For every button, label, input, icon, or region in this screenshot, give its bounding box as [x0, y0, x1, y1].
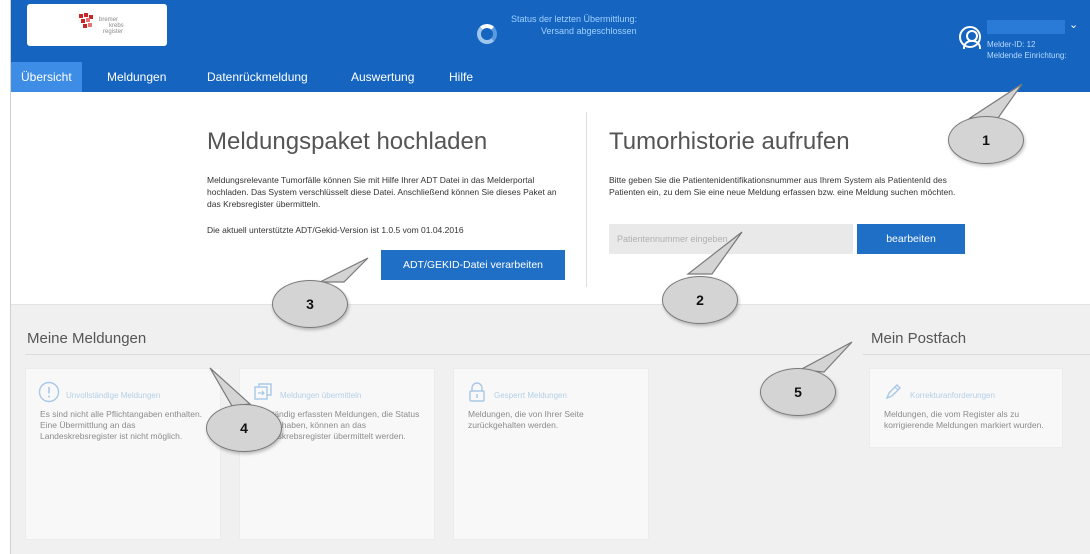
main-nav: Übersicht Meldungen Datenrückmeldung Aus…	[11, 62, 1090, 92]
pencil-icon	[885, 384, 901, 400]
transmission-status: Status der letzten Übermittlung: Versand…	[477, 14, 737, 54]
card-text: Meldungen, die von Ihrer Seite zurückgeh…	[468, 409, 584, 430]
upload-title: Meldungspaket hochladen	[207, 128, 488, 155]
logo[interactable]: bremer krebs register	[27, 4, 167, 46]
card-korrekturanforderungen[interactable]: Korrekturanforderungen Meldungen, die vo…	[869, 368, 1063, 448]
send-documents-icon	[254, 383, 272, 400]
meine-meldungen-divider	[25, 354, 841, 355]
callout-4: 4	[206, 404, 282, 452]
tab-auswertung[interactable]: Auswertung	[341, 62, 424, 92]
user-avatar-icon[interactable]	[959, 26, 981, 49]
patient-number-input[interactable]: Patientennummer eingeben	[609, 224, 853, 254]
app-frame: bremer krebs register Status der letzten…	[10, 0, 1090, 554]
logo-mark-icon	[79, 13, 93, 28]
callout-5: 5	[760, 368, 836, 416]
lock-icon	[469, 382, 485, 402]
chevron-down-icon[interactable]: ⌄	[1069, 18, 1078, 31]
history-description: Bitte geben Sie die Patientenidentifikat…	[609, 175, 956, 197]
card-unvollstaendige-meldungen[interactable]: Unvollständige Meldungen Es sind nicht a…	[25, 368, 221, 540]
history-title: Tumorhistorie aufrufen	[609, 128, 850, 155]
card-title: Meldungen übermitteln	[280, 391, 362, 400]
upload-description: Meldungsrelevante Tumorfälle können Sie …	[207, 175, 557, 209]
adt-gekid-upload-button[interactable]: ADT/GEKID-Datei verarbeiten	[381, 250, 565, 280]
card-text: Meldungen, die vom Register als zu korri…	[884, 409, 1044, 430]
column-divider	[586, 112, 587, 287]
melder-id: Melder-ID: 12	[987, 40, 1036, 49]
status-spinner-icon	[477, 24, 497, 44]
header-bar: bremer krebs register Status der letzten…	[11, 0, 1090, 92]
tab-datenrueckmeldung[interactable]: Datenrückmeldung	[197, 62, 318, 92]
callout-2: 2	[662, 276, 738, 324]
adt-version-note: Die aktuell unterstützte ADT/Gekid-Versi…	[207, 225, 464, 235]
user-name-redacted	[987, 20, 1065, 34]
bearbeiten-button[interactable]: bearbeiten	[857, 224, 965, 254]
meine-meldungen-title: Meine Meldungen	[27, 330, 147, 347]
card-title: Unvollständige Meldungen	[66, 391, 161, 400]
tab-uebersicht[interactable]: Übersicht	[11, 62, 82, 92]
meldende-einrichtung: Meldende Einrichtung:	[987, 51, 1067, 60]
card-title: Korrekturanforderungen	[910, 391, 995, 400]
exclamation-circle-icon	[38, 381, 60, 403]
card-title: Gesperrt Meldungen	[494, 391, 567, 400]
card-text: Es sind nicht alle Pflichtangaben enthal…	[40, 409, 203, 441]
mein-postfach-divider	[863, 354, 1090, 355]
card-meldungen-uebermitteln[interactable]: Meldungen übermitteln Vollständig erfass…	[239, 368, 435, 540]
logo-text: bremer krebs register	[99, 17, 124, 35]
callout-1: 1	[948, 116, 1024, 164]
status-value: Versand abgeschlossen	[541, 26, 637, 36]
tab-hilfe[interactable]: Hilfe	[439, 62, 483, 92]
tab-meldungen[interactable]: Meldungen	[97, 62, 176, 92]
status-label: Status der letzten Übermittlung:	[511, 14, 638, 24]
callout-3: 3	[272, 280, 348, 328]
card-gesperrte-meldungen[interactable]: Gesperrt Meldungen Meldungen, die von Ih…	[453, 368, 649, 540]
mein-postfach-title: Mein Postfach	[871, 330, 967, 347]
overview-panel: Meldungspaket hochladen Meldungsrelevant…	[11, 92, 1090, 305]
